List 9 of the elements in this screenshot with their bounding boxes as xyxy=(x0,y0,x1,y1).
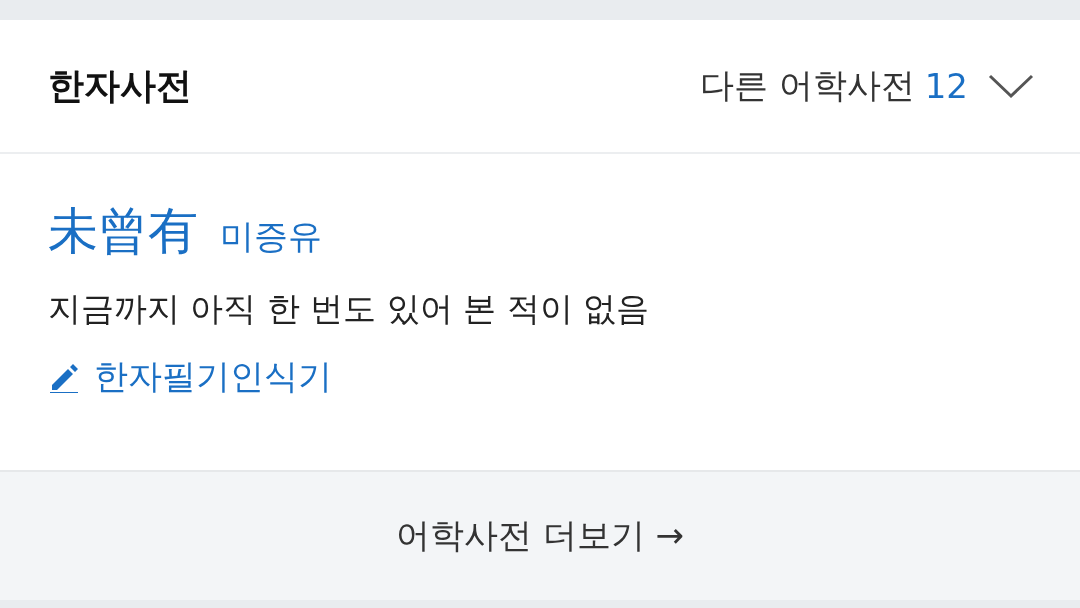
hanja-reading: 미증유 xyxy=(220,215,322,258)
other-dictionaries-dropdown[interactable]: 다른 어학사전 12 xyxy=(699,63,1034,109)
word-meaning: 지금까지 아직 한 번도 있어 본 적이 없음 xyxy=(48,288,651,330)
chevron-icon xyxy=(988,72,1034,100)
more-dictionaries-button[interactable]: 어학사전 더보기 → xyxy=(0,470,1080,600)
dictionary-title: 한자사전 xyxy=(48,63,192,108)
hanja-word[interactable]: 未曾有 xyxy=(48,198,198,265)
pencil-icon xyxy=(48,361,80,393)
handwriting-recognizer-link[interactable]: 한자필기인식기 xyxy=(48,354,1032,400)
